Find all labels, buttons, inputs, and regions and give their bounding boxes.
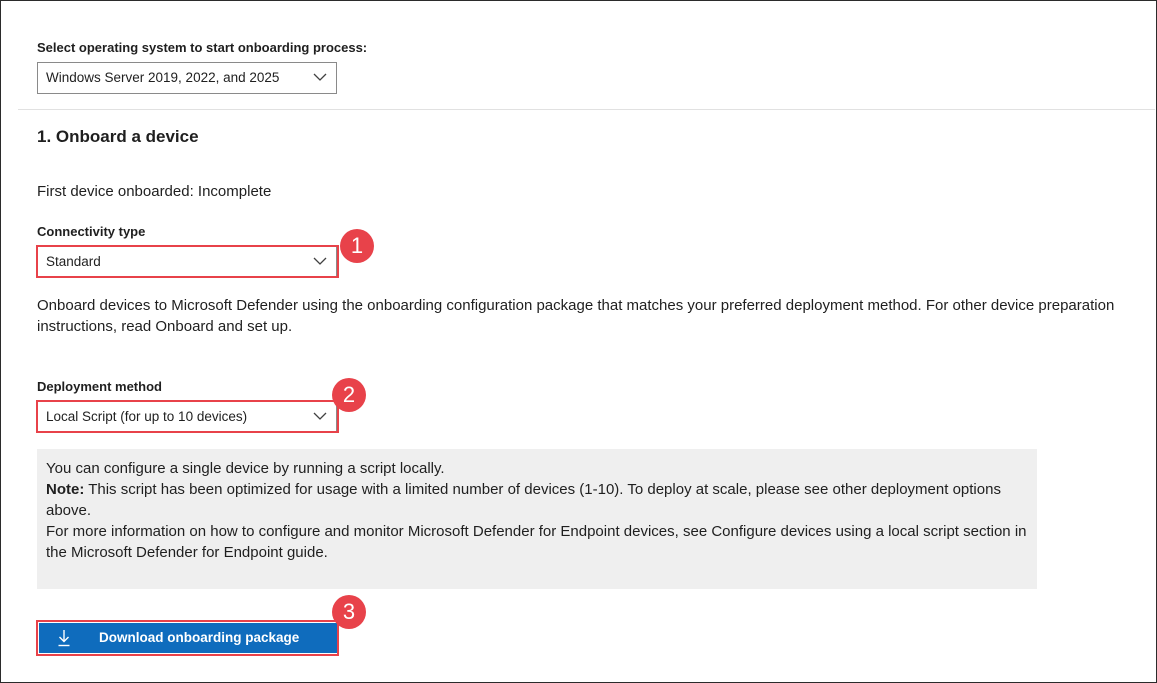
section-heading: 1. Onboard a device (37, 127, 199, 146)
connectivity-type-label: Connectivity type (37, 224, 146, 239)
connectivity-type-value: Standard (46, 254, 101, 269)
os-select-label: Select operating system to start onboard… (37, 40, 368, 55)
local-script-info-box: You can configure a single device by run… (37, 449, 1037, 589)
annotation-badge-3: 3 (332, 595, 366, 629)
deployment-method-value: Local Script (for up to 10 devices) (46, 409, 248, 424)
onboarding-description: Onboard devices to Microsoft Defender us… (37, 297, 1115, 335)
info-note-label: Note: (46, 481, 85, 498)
chevron-down-icon (313, 73, 327, 81)
info-note: Note: This script has been optimized for… (46, 479, 1027, 521)
chevron-down-icon (313, 257, 327, 265)
info-line-3: For more information on how to configure… (46, 523, 1027, 561)
download-icon (58, 630, 70, 647)
info-note-text: This script has been optimized for usage… (46, 481, 1001, 519)
annotation-badge-1: 1 (340, 229, 374, 263)
deployment-method-label: Deployment method (37, 379, 162, 394)
section-divider (18, 109, 1155, 110)
info-line-1: You can configure a single device by run… (46, 460, 445, 477)
download-button-label: Download onboarding package (99, 630, 300, 645)
os-select-dropdown[interactable]: Windows Server 2019, 2022, and 2025 (37, 62, 337, 94)
onboard-status-text: First device onboarded: Incomplete (37, 183, 272, 200)
deployment-method-dropdown[interactable]: Local Script (for up to 10 devices) (37, 401, 337, 433)
annotation-badge-2: 2 (332, 378, 366, 412)
os-select-value: Windows Server 2019, 2022, and 2025 (46, 70, 280, 85)
download-onboarding-package-button[interactable]: Download onboarding package (39, 623, 337, 653)
connectivity-type-dropdown[interactable]: Standard (37, 246, 337, 278)
chevron-down-icon (313, 412, 327, 420)
